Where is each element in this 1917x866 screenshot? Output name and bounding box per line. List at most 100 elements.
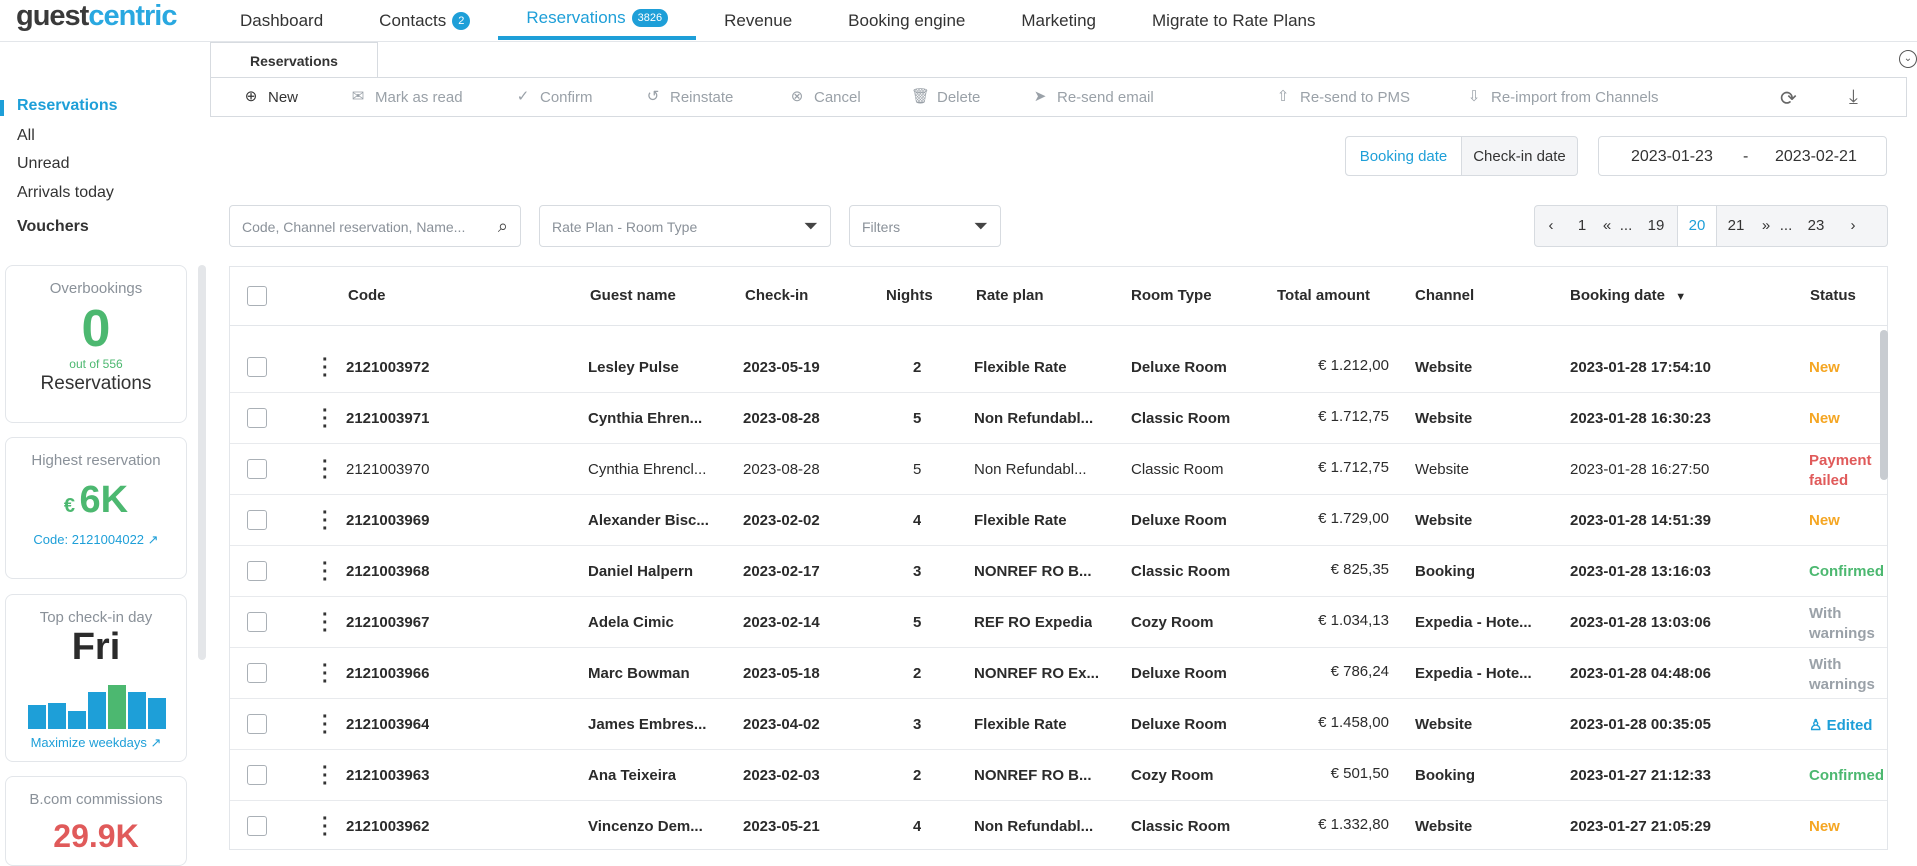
row-menu-icon[interactable]: · · · — [322, 758, 329, 794]
table-row[interactable]: · · · 2121003969 Alexander Bisc... 2023-02-02… — [230, 495, 1887, 546]
header-booking[interactable]: Booking date ▼ — [1570, 287, 1686, 304]
cell-rate: NONREF RO B... — [974, 563, 1092, 580]
table-row[interactable]: · · · 2121003971 Cynthia Ehren... 2023-08-28 5… — [230, 393, 1887, 444]
row-checkbox[interactable] — [247, 408, 267, 428]
collapse-icon[interactable]: ⌄ — [1899, 50, 1917, 68]
new-button[interactable]: ⊕ New — [242, 78, 298, 116]
cancel-button[interactable]: ⊗ Cancel — [788, 78, 861, 116]
download-icon[interactable]: ⤓ — [1849, 86, 1858, 109]
page-1[interactable]: 1 — [1567, 206, 1597, 246]
page-19[interactable]: 19 — [1635, 206, 1677, 246]
jump-back-icon[interactable]: « — [1597, 206, 1617, 246]
cell-booking: 2023-01-28 04:48:06 — [1570, 665, 1711, 682]
reinstate-button[interactable]: ↺ Reinstate — [644, 78, 734, 116]
header-total[interactable]: Total amount — [1277, 287, 1370, 304]
page-20[interactable]: 20 — [1677, 206, 1717, 246]
page-23[interactable]: 23 — [1795, 206, 1837, 246]
nav-booking-engine[interactable]: Booking engine — [820, 0, 993, 42]
highest-code-link[interactable]: Code: 2121004022 ↗ — [6, 532, 186, 548]
nav-revenue[interactable]: Revenue — [696, 0, 820, 42]
nav-marketing[interactable]: Marketing — [993, 0, 1124, 42]
mark-as-read-button[interactable]: ✉ Mark as read — [349, 78, 463, 116]
nav-contacts[interactable]: Contacts 2 — [351, 0, 498, 42]
tab-reservations[interactable]: Reservations — [210, 42, 378, 78]
table-row[interactable]: · · · 2121003968 Daniel Halpern 2023-02-17 3 NO… — [230, 546, 1887, 597]
row-menu-icon[interactable]: · · · — [322, 554, 329, 590]
date-range-picker[interactable]: 2023-01-23 - 2023-02-21 — [1598, 136, 1887, 176]
checkin-date-toggle[interactable]: Check-in date — [1462, 137, 1577, 175]
import-icon: ⇩ — [1467, 88, 1481, 105]
reimport-button[interactable]: ⇩ Re-import from Channels — [1465, 78, 1659, 116]
cell-guest: Vincenzo Dem... — [588, 818, 703, 835]
cell-room: Deluxe Room — [1131, 716, 1227, 733]
header-room[interactable]: Room Type — [1131, 287, 1212, 304]
row-menu-icon[interactable]: · · · — [322, 452, 329, 488]
table-row[interactable]: · · · 2121003972 Lesley Pulse 2023-05-19 2 Flex… — [230, 342, 1887, 393]
page-21[interactable]: 21 — [1717, 206, 1755, 246]
header-rate[interactable]: Rate plan — [976, 287, 1044, 304]
table-row[interactable]: · · · 2121003962 Vincenzo Dem... 2023-05-21 4 N… — [230, 801, 1887, 849]
sidebar-item-reservations[interactable]: Reservations — [17, 97, 118, 115]
row-checkbox[interactable] — [247, 510, 267, 530]
booking-date-toggle[interactable]: Booking date — [1346, 137, 1462, 175]
row-menu-icon[interactable]: · · · — [322, 401, 329, 437]
row-checkbox[interactable] — [247, 357, 267, 377]
header-checkin[interactable]: Check-in — [745, 287, 808, 304]
row-checkbox[interactable] — [247, 765, 267, 785]
row-checkbox[interactable] — [247, 663, 267, 683]
prev-page-icon[interactable]: ‹ — [1535, 206, 1567, 246]
nav-migrate-to-rate-plans[interactable]: Migrate to Rate Plans — [1124, 0, 1343, 42]
header-code[interactable]: Code — [348, 287, 386, 304]
refresh-icon[interactable]: ⟳ — [1780, 86, 1797, 111]
sidebar-item-arrivals[interactable]: Arrivals today — [17, 184, 114, 202]
row-checkbox[interactable] — [247, 561, 267, 581]
logo[interactable]: guestcentric — [16, 0, 177, 33]
row-menu-icon[interactable]: · · · — [322, 350, 329, 386]
row-menu-icon[interactable]: · · · — [322, 707, 329, 743]
table-row[interactable]: · · · 2121003970 Cynthia Ehrencl... 2023-08-2… — [230, 444, 1887, 495]
rateplan-filter[interactable]: Rate Plan - Room Type ⏷ — [539, 205, 831, 247]
row-menu-icon[interactable]: · · · — [322, 809, 329, 845]
next-page-icon[interactable]: › — [1837, 206, 1869, 246]
sidebar-item-all[interactable]: All — [17, 127, 35, 145]
confirm-button[interactable]: ✓ Confirm — [514, 78, 593, 116]
search-icon[interactable]: ⌕ — [498, 216, 508, 237]
row-menu-icon[interactable]: · · · — [322, 656, 329, 692]
table-row[interactable]: · · · 2121003966 Marc Bowman 2023-05-18 2 NONRE… — [230, 648, 1887, 699]
header-status[interactable]: Status — [1810, 287, 1856, 304]
resend-email-button[interactable]: ➤ Re-send email — [1031, 78, 1154, 116]
row-checkbox[interactable] — [247, 612, 267, 632]
sidebar-item-vouchers[interactable]: Vouchers — [17, 218, 89, 236]
table-row[interactable]: · · · 2121003963 Ana Teixeira 2023-02-03 2 NONR… — [230, 750, 1887, 801]
header-nights[interactable]: Nights — [886, 287, 933, 304]
sidebar-item-unread[interactable]: Unread — [17, 155, 69, 173]
resend-pms-button[interactable]: ⇧ Re-send to PMS — [1274, 78, 1410, 116]
nav-dashboard[interactable]: Dashboard — [212, 0, 351, 42]
filter-icon[interactable]: ⏷ — [974, 216, 988, 237]
table-scrollbar[interactable] — [1880, 330, 1888, 480]
row-menu-icon[interactable]: · · · — [322, 503, 329, 539]
search-input[interactable]: Code, Channel reservation, Name... ⌕ — [229, 205, 521, 247]
row-checkbox[interactable] — [247, 816, 267, 836]
sidebar-scrollbar[interactable] — [198, 265, 206, 660]
row-checkbox[interactable] — [247, 714, 267, 734]
cell-nights: 5 — [913, 410, 922, 427]
cell-total: € 825,35 — [1330, 561, 1389, 578]
topday-link: Maximize weekdays — [30, 735, 147, 750]
row-checkbox[interactable] — [247, 459, 267, 479]
commissions-value: 29.9K — [53, 818, 139, 854]
delete-button[interactable]: 🗑 Delete — [911, 78, 980, 116]
filter-icon[interactable]: ⏷ — [804, 216, 818, 237]
maximize-weekdays-link[interactable]: Maximize weekdays ↗ — [6, 735, 186, 751]
sidebar-active-indicator — [0, 100, 4, 116]
nav-reservations[interactable]: Reservations 3826 — [498, 0, 697, 40]
filters-dropdown[interactable]: Filters ⏷ — [849, 205, 1001, 247]
jump-forward-icon[interactable]: » — [1755, 206, 1777, 246]
header-guest[interactable]: Guest name — [590, 287, 676, 304]
table-row[interactable]: · · · 2121003964 James Embres... 2023-04-02 3 F… — [230, 699, 1887, 750]
table-row[interactable]: · · · 2121003967 Adela Cimic 2023-02-14 5 REF R… — [230, 597, 1887, 648]
row-menu-icon[interactable]: · · · — [322, 605, 329, 641]
header-channel[interactable]: Channel — [1415, 287, 1474, 304]
select-all-checkbox[interactable] — [247, 286, 267, 306]
weekday-bar — [128, 691, 146, 729]
